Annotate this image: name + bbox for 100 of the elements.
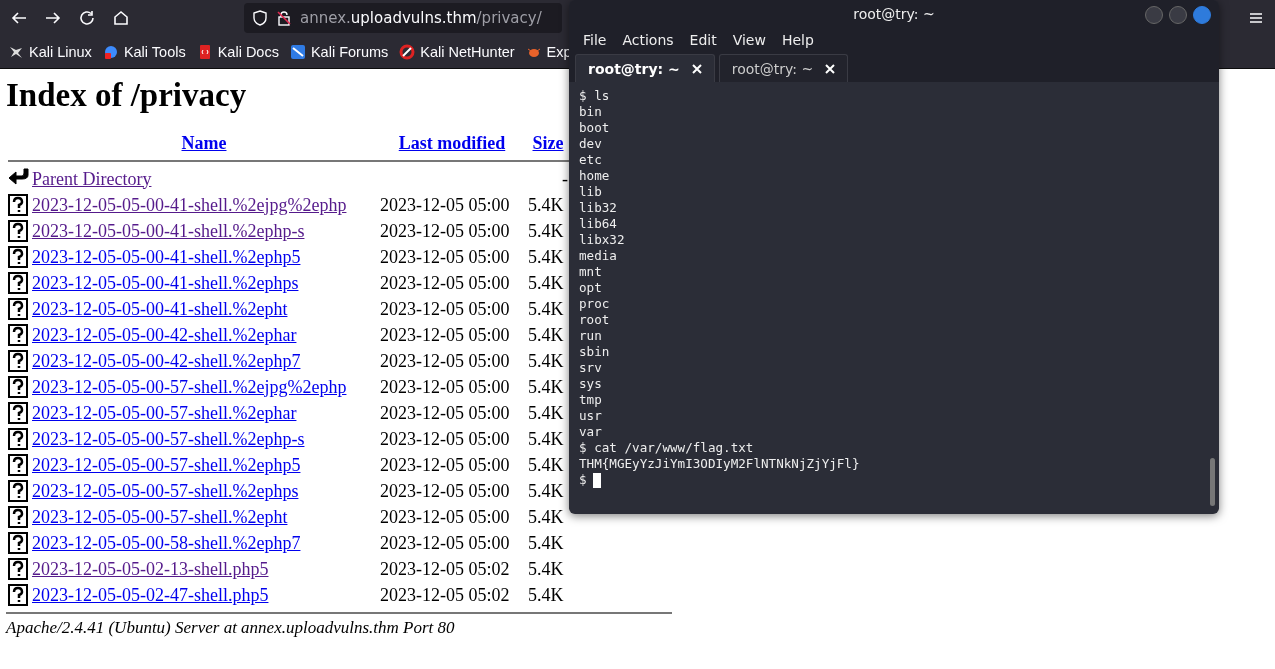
file-link[interactable]: 2023-12-05-05-00-41-shell.%2ephps <box>32 272 299 293</box>
file-link[interactable]: 2023-12-05-05-00-41-shell.%2ephp5 <box>32 246 301 267</box>
unknown-file-icon <box>8 246 28 268</box>
bookmark-link[interactable]: Kali Docs <box>196 44 279 60</box>
bookmark-link[interactable]: Kali Tools <box>102 44 186 60</box>
unknown-file-icon <box>8 402 28 424</box>
size-cell: - <box>562 168 568 189</box>
date-cell: 2023-12-05 05:00 <box>380 376 510 397</box>
terminal-line: opt <box>579 280 602 296</box>
minimize-button[interactable] <box>1145 6 1163 24</box>
file-link[interactable]: 2023-12-05-05-02-47-shell.php5 <box>32 584 269 605</box>
size-cell: 5.4K <box>528 428 564 449</box>
date-cell: 2023-12-05 05:00 <box>380 272 510 293</box>
bookmark-icon <box>399 44 416 60</box>
size-cell: 5.4K <box>528 324 564 345</box>
column-header-link[interactable]: Name <box>181 132 227 153</box>
terminal-tab[interactable]: root@try: ~ <box>718 54 849 82</box>
insecure-lock-icon <box>276 10 292 26</box>
unknown-file-icon <box>8 350 28 372</box>
file-link[interactable]: 2023-12-05-05-00-57-shell.%2epht <box>32 506 288 527</box>
terminal-line: THM{MGEyYzJiYmI3ODIyM2FlNTNkNjZjYjFl} <box>579 456 860 472</box>
size-cell: 5.4K <box>528 272 564 293</box>
date-cell: 2023-12-05 05:00 <box>380 454 510 475</box>
size-cell: 5.4K <box>528 454 564 475</box>
terminal-line: home <box>579 168 610 184</box>
column-header-link[interactable]: Last modified <box>398 132 506 153</box>
file-link[interactable]: 2023-12-05-05-02-13-shell.php5 <box>32 558 269 579</box>
back-arrow-icon <box>8 166 30 187</box>
size-cell: 5.4K <box>528 246 564 267</box>
file-link[interactable]: 2023-12-05-05-00-41-shell.%2ejpg%2ephp <box>32 194 347 215</box>
terminal-line: libx32 <box>579 232 625 248</box>
parent-directory-link[interactable]: Parent Directory <box>32 168 152 189</box>
bookmark-icon <box>102 44 119 60</box>
unknown-file-icon <box>8 480 28 502</box>
terminal-line: bin <box>579 104 602 120</box>
file-link[interactable]: 2023-12-05-05-00-57-shell.%2ejpg%2ephp <box>32 376 347 397</box>
file-link[interactable]: 2023-12-05-05-00-41-shell.%2epht <box>32 298 288 319</box>
file-link[interactable]: 2023-12-05-05-00-58-shell.%2ephp7 <box>32 532 301 553</box>
column-header-link[interactable]: Size <box>532 132 564 153</box>
menu-item[interactable]: View <box>732 32 766 48</box>
terminal-line: proc <box>579 296 610 312</box>
terminal-line: mnt <box>579 264 602 280</box>
terminal-line: tmp <box>579 392 602 408</box>
unknown-file-icon <box>8 376 28 398</box>
file-link[interactable]: 2023-12-05-05-00-57-shell.%2ephar <box>32 402 297 423</box>
unknown-file-icon <box>8 272 28 294</box>
bookmark-link[interactable]: Kali Forums <box>289 44 389 60</box>
size-cell: 5.4K <box>528 558 564 579</box>
bookmark-icon <box>289 44 306 60</box>
terminal-line: sys <box>579 376 602 392</box>
terminal-line: var <box>579 424 602 440</box>
maximize-button[interactable] <box>1169 6 1187 24</box>
terminal-line: root <box>579 312 610 328</box>
unknown-file-icon <box>8 220 28 242</box>
size-cell: 5.4K <box>528 220 564 241</box>
date-cell: 2023-12-05 05:00 <box>380 402 510 423</box>
bookmark-link[interactable]: Kali Linux <box>8 44 92 60</box>
address-bar[interactable]: annex.uploadvulns.thm/privacy/ <box>244 3 562 33</box>
bookmark-icon <box>8 44 24 60</box>
size-cell: 5.4K <box>528 480 564 501</box>
server-signature: Apache/2.4.41 (Ubuntu) Server at annex.uploadvulns.thm Port 80 <box>6 618 456 638</box>
menu-item[interactable]: File <box>583 32 607 48</box>
date-cell: 2023-12-05 05:02 <box>380 584 510 605</box>
close-icon[interactable] <box>825 63 836 74</box>
menu-item[interactable]: Actions <box>622 32 674 48</box>
menu-item[interactable]: Edit <box>689 32 717 48</box>
unknown-file-icon <box>8 428 28 450</box>
file-link[interactable]: 2023-12-05-05-00-41-shell.%2ephp-s <box>32 220 305 241</box>
terminal-line: sbin <box>579 344 610 360</box>
close-button[interactable] <box>1193 6 1211 24</box>
file-link[interactable]: 2023-12-05-05-00-57-shell.%2ephp5 <box>32 454 301 475</box>
terminal-line: $ ls <box>579 88 610 104</box>
terminal-line: boot <box>579 120 610 136</box>
terminal-line: lib32 <box>579 200 617 216</box>
file-link[interactable]: 2023-12-05-05-00-57-shell.%2ephp-s <box>32 428 305 449</box>
scrollbar[interactable] <box>1210 458 1215 506</box>
terminal-line: etc <box>579 152 602 168</box>
terminal-tab[interactable]: root@try: ~ <box>575 54 715 82</box>
close-icon[interactable] <box>691 63 702 74</box>
terminal-line: srv <box>579 360 602 376</box>
file-link[interactable]: 2023-12-05-05-00-42-shell.%2ephp7 <box>32 350 301 371</box>
unknown-file-icon <box>8 194 28 216</box>
terminal-line: dev <box>579 136 602 152</box>
unknown-file-icon <box>8 532 28 554</box>
file-link[interactable]: 2023-12-05-05-00-57-shell.%2ephps <box>32 480 299 501</box>
size-cell: 5.4K <box>528 298 564 319</box>
date-cell: 2023-12-05 05:00 <box>380 246 510 267</box>
size-cell: 5.4K <box>528 194 564 215</box>
unknown-file-icon <box>8 558 28 580</box>
terminal-line: lib <box>579 184 602 200</box>
terminal-line: media <box>579 248 617 264</box>
file-link[interactable]: 2023-12-05-05-00-42-shell.%2ephar <box>32 324 297 345</box>
menu-item[interactable]: Help <box>781 32 814 48</box>
bookmark-link[interactable]: Kali NetHunter <box>399 44 515 60</box>
size-cell: 5.4K <box>528 584 564 605</box>
date-cell: 2023-12-05 05:00 <box>380 480 510 501</box>
size-cell: 5.4K <box>528 350 564 371</box>
terminal-line: usr <box>579 408 602 424</box>
date-cell: 2023-12-05 05:00 <box>380 532 510 553</box>
terminal-line: run <box>579 328 602 344</box>
